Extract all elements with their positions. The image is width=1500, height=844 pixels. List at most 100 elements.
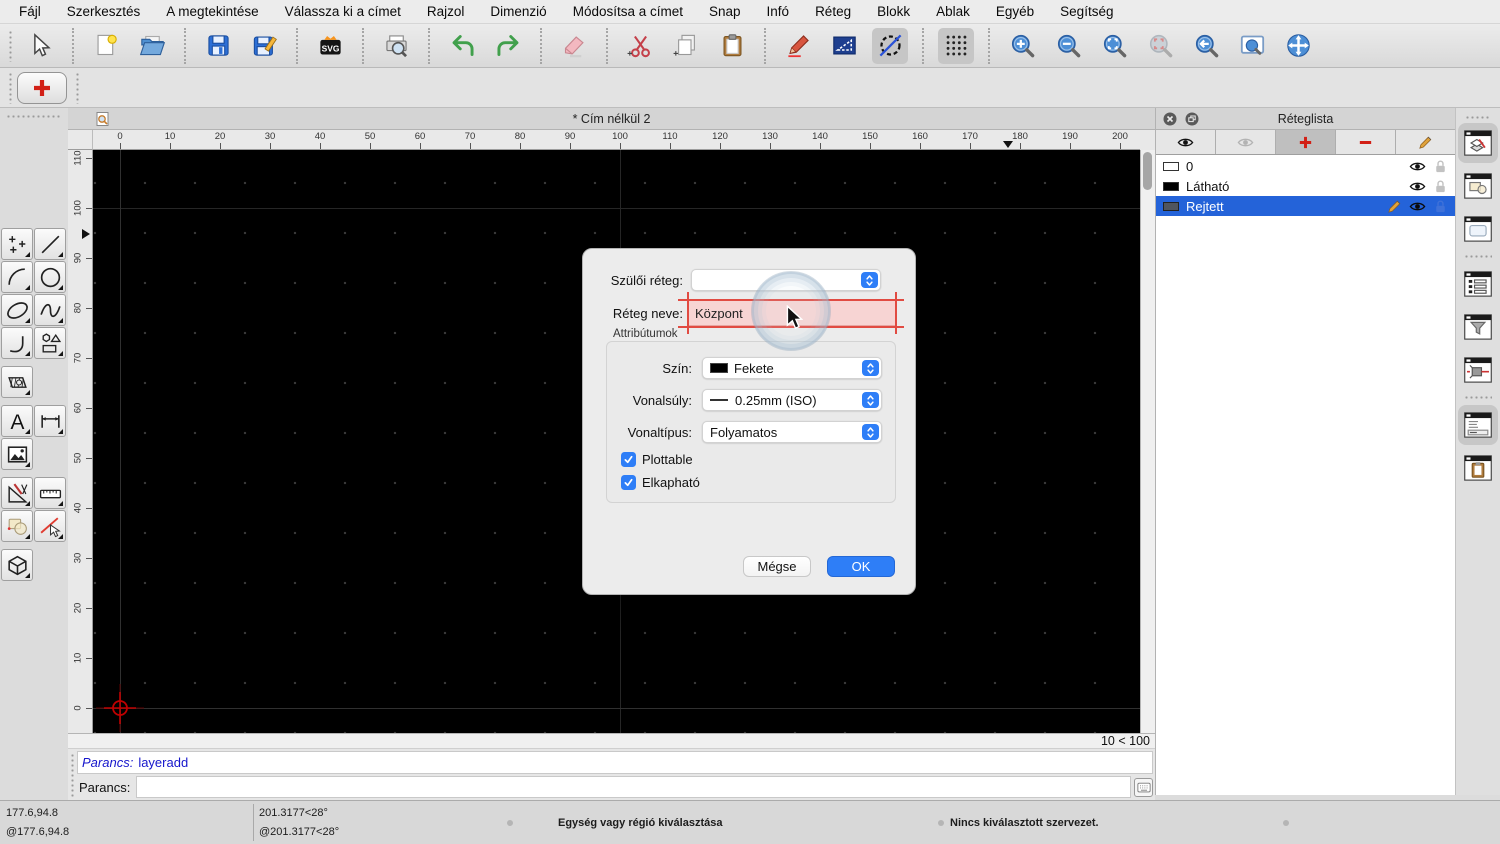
menu-snap[interactable]: Snap	[696, 0, 754, 24]
draft-mode-button[interactable]	[826, 28, 862, 64]
open-folder-button[interactable]	[134, 28, 170, 64]
menu-blokk[interactable]: Blokk	[864, 0, 923, 24]
menu-szerkesztés[interactable]: Szerkesztés	[54, 0, 154, 24]
remove-layer-button[interactable]	[1336, 130, 1396, 154]
svg-export-button[interactable]: SVG	[312, 28, 348, 64]
layer-lock-icon[interactable]	[1432, 178, 1449, 195]
zoom-auto-button[interactable]	[1096, 28, 1132, 64]
ruler-tick	[86, 508, 92, 509]
add-layer-button[interactable]	[1276, 130, 1336, 154]
menu-a-megtekintése[interactable]: A megtekintése	[153, 0, 271, 24]
color-select[interactable]: Fekete	[702, 357, 882, 379]
save-button[interactable]	[200, 28, 236, 64]
block-list-window-icon	[1463, 172, 1493, 200]
entity-list-window-button[interactable]	[1458, 264, 1498, 304]
solid-tool-button[interactable]	[1, 549, 33, 581]
menu-dimenzió[interactable]: Dimenzió	[477, 0, 559, 24]
menu-ablak[interactable]: Ablak	[923, 0, 983, 24]
undo-button[interactable]	[444, 28, 480, 64]
save-as-button[interactable]	[246, 28, 282, 64]
redo-button[interactable]	[490, 28, 526, 64]
hatch-tool-button[interactable]	[1, 366, 33, 398]
layer-row-rejtett[interactable]: Rejtett	[1156, 196, 1455, 216]
modify-tool-button[interactable]	[1, 510, 33, 542]
menu-segítség[interactable]: Segítség	[1047, 0, 1126, 24]
new-document-button[interactable]	[88, 28, 124, 64]
show-all-layers-button[interactable]	[1156, 130, 1216, 154]
layer-lock-icon[interactable]	[1432, 158, 1449, 175]
elkapható-checkbox[interactable]: Elkapható	[621, 475, 700, 490]
eraser-button[interactable]	[556, 28, 592, 64]
menu-rajzol[interactable]: Rajzol	[414, 0, 478, 24]
misc-draw-tool-button[interactable]	[1, 477, 33, 509]
menu-egyéb[interactable]: Egyéb	[983, 0, 1047, 24]
clipboard-window-button[interactable]	[1458, 448, 1498, 488]
horizontal-scrollbar[interactable]: 10 < 100	[68, 733, 1155, 748]
layer-visibility-icon[interactable]	[1409, 178, 1426, 195]
lineweight-select[interactable]: 0.25mm (ISO)	[702, 389, 882, 411]
menu-infó[interactable]: Infó	[754, 0, 803, 24]
library-browser-window-button[interactable]	[1458, 209, 1498, 249]
grid-toggle-button[interactable]	[938, 27, 974, 64]
points-tool-button[interactable]	[1, 228, 33, 260]
ellipse-tool-button[interactable]	[1, 294, 33, 326]
zoom-in-button[interactable]	[1004, 28, 1040, 64]
draw-pencil-button[interactable]	[780, 28, 816, 64]
scrollbar-thumb[interactable]	[1143, 152, 1152, 190]
zoom-redraw-button[interactable]	[1234, 28, 1270, 64]
command-input[interactable]	[136, 776, 1131, 798]
construction-lines-button[interactable]	[872, 27, 908, 64]
layer-visibility-icon[interactable]	[1409, 158, 1426, 175]
paste-button[interactable]	[714, 28, 750, 64]
edit-layer-icon[interactable]	[1386, 198, 1403, 215]
hide-all-layers-button[interactable]	[1216, 130, 1276, 154]
zoom-out-button[interactable]	[1050, 28, 1086, 64]
block-list-window-button[interactable]	[1458, 166, 1498, 206]
keyboard-toggle-button[interactable]	[1134, 777, 1153, 797]
vertical-scrollbar[interactable]	[1140, 150, 1155, 733]
zoom-window-button[interactable]	[1142, 28, 1178, 64]
add-layer-icon	[30, 76, 54, 100]
layer-row-0[interactable]: 0	[1156, 156, 1455, 176]
toolbar-handle	[8, 29, 13, 62]
menu-fájl[interactable]: Fájl	[6, 0, 54, 24]
arc-tool-button[interactable]	[1, 261, 33, 293]
zoom-previous-button[interactable]	[1188, 28, 1224, 64]
layer-list-window-button[interactable]	[1458, 123, 1498, 163]
layer-visibility-icon[interactable]	[1409, 198, 1426, 215]
menu-módosítsa-a-címet[interactable]: Módosítsa a címet	[560, 0, 696, 24]
filter-window-button[interactable]	[1458, 307, 1498, 347]
shapes-tool-button[interactable]	[34, 327, 66, 359]
spline-tool-icon	[38, 298, 63, 323]
cursor-button[interactable]	[22, 28, 58, 64]
linetype-select[interactable]: Folyamatos	[702, 421, 882, 443]
print-preview-button[interactable]	[378, 28, 414, 64]
zoom-pan-button[interactable]	[1280, 28, 1316, 64]
edit-layer-button[interactable]	[1396, 130, 1455, 154]
open-folder-icon	[139, 32, 166, 59]
copy-button[interactable]	[668, 28, 704, 64]
add-layer-button[interactable]	[17, 71, 67, 104]
layer-row-látható[interactable]: Látható	[1156, 176, 1455, 196]
spline-tool-button[interactable]	[34, 294, 66, 326]
command-window-button[interactable]	[1458, 405, 1498, 445]
misc-draw-tool-icon	[5, 481, 30, 506]
tool-options-window-button[interactable]	[1458, 350, 1498, 390]
image-tool-button[interactable]	[1, 438, 33, 470]
cancel-button[interactable]: Mégse	[743, 556, 811, 577]
plottable-checkbox[interactable]: Plottable	[621, 452, 693, 467]
circle-tool-button[interactable]	[34, 261, 66, 293]
grid-toggle-icon	[943, 32, 970, 59]
line-tool-button[interactable]	[34, 228, 66, 260]
ruler-tick-label: 60	[414, 131, 426, 142]
layer-lock-icon[interactable]	[1432, 198, 1449, 215]
measure-tool-button[interactable]	[34, 477, 66, 509]
menu-válassza-ki-a-címet[interactable]: Válassza ki a címet	[272, 0, 414, 24]
delete-tool-button[interactable]	[34, 510, 66, 542]
polyline-tool-button[interactable]	[1, 327, 33, 359]
menu-réteg[interactable]: Réteg	[802, 0, 864, 24]
cut-button[interactable]	[622, 28, 658, 64]
text-tool-button[interactable]: A	[1, 405, 33, 437]
dimension-tool-button[interactable]	[34, 405, 66, 437]
ok-button[interactable]: OK	[827, 556, 895, 577]
